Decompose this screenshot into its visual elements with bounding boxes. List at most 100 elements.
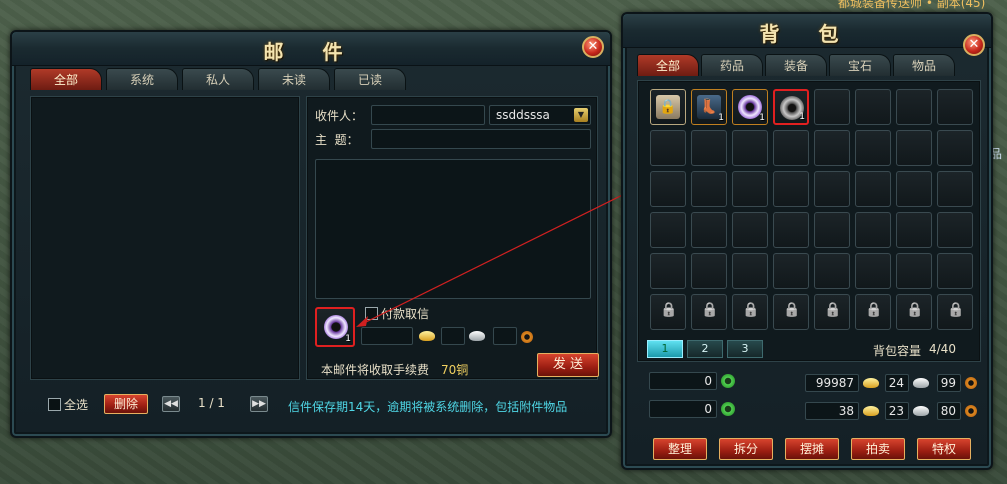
empty-bag-slot[interactable] (732, 130, 768, 166)
tab-system[interactable]: 系统 (106, 68, 178, 90)
locked-bag-slot[interactable] (650, 294, 686, 330)
empty-bag-slot[interactable] (814, 89, 850, 125)
locked-bag-slot[interactable] (773, 294, 809, 330)
empty-bag-slot[interactable] (855, 212, 891, 248)
mail-notice: 信件保存期14天，逾期将被系统删除，包括附件物品 (288, 400, 568, 414)
empty-bag-slot[interactable] (855, 253, 891, 289)
next-page-button[interactable]: ▶▶ (250, 396, 268, 412)
empty-bag-slot[interactable] (896, 89, 932, 125)
silver-ingot-icon (469, 331, 485, 341)
empty-bag-slot[interactable] (896, 130, 932, 166)
empty-bag-slot[interactable] (814, 253, 850, 289)
empty-bag-slot[interactable] (691, 171, 727, 207)
tab-bag-medicine[interactable]: 药品 (701, 54, 763, 76)
empty-bag-slot[interactable] (691, 212, 727, 248)
gold-ingot-icon (419, 331, 435, 341)
empty-bag-slot[interactable] (855, 171, 891, 207)
empty-bag-slot[interactable] (896, 253, 932, 289)
cod-silver-input[interactable] (441, 327, 465, 345)
empty-bag-slot[interactable] (814, 171, 850, 207)
split-button[interactable]: 拆分 (719, 438, 773, 460)
bag-grid-panel: 🔒 👢 1 1 1 (637, 80, 981, 362)
bound-currency-1-value: 0 (649, 372, 717, 390)
empty-bag-slot[interactable] (650, 130, 686, 166)
tab-bag-gems[interactable]: 宝石 (829, 54, 891, 76)
empty-bag-slot[interactable] (855, 130, 891, 166)
empty-bag-slot[interactable] (773, 253, 809, 289)
prev-page-button[interactable]: ◀◀ (162, 396, 180, 412)
recipient-input[interactable] (371, 105, 485, 125)
bound-copper-coin-icon (965, 405, 977, 417)
bag-capacity-label: 背包容量 (873, 344, 922, 358)
empty-bag-slot[interactable] (773, 171, 809, 207)
empty-bag-slot[interactable] (896, 171, 932, 207)
bag-title-bar[interactable]: 背 包 ✕ (623, 14, 991, 56)
mail-title: 邮 件 (263, 40, 359, 64)
sort-button[interactable]: 整理 (653, 438, 707, 460)
empty-bag-slot[interactable] (773, 212, 809, 248)
empty-bag-slot[interactable] (814, 130, 850, 166)
locked-bag-slot[interactable] (855, 294, 891, 330)
bag-page-1[interactable]: 1 (647, 340, 683, 358)
empty-bag-slot[interactable] (937, 171, 973, 207)
empty-bag-slot[interactable] (650, 171, 686, 207)
gold-value: 99987 (805, 374, 859, 392)
tab-bag-all[interactable]: 全部 (637, 54, 699, 76)
tab-all[interactable]: 全部 (30, 68, 102, 90)
chevron-down-icon[interactable]: ▼ (574, 108, 588, 122)
mail-title-bar[interactable]: 邮 件 ✕ (12, 32, 610, 66)
bag-page-2[interactable]: 2 (687, 340, 723, 358)
cod-gold-input[interactable] (361, 327, 413, 345)
bag-tabs: 全部 药品 装备 宝石 物品 (637, 54, 955, 76)
bag-close-button[interactable]: ✕ (963, 34, 985, 56)
bag-capacity-value: 4/40 (929, 342, 956, 356)
locked-bag-slot[interactable] (937, 294, 973, 330)
empty-bag-slot[interactable] (855, 89, 891, 125)
empty-bag-slot[interactable] (732, 212, 768, 248)
bound-silver-ingot-icon (913, 406, 929, 416)
recipient-select[interactable]: ssddsssa ▼ (489, 105, 591, 125)
delete-button[interactable]: 删除 (104, 394, 148, 414)
locked-bag-slot[interactable] (896, 294, 932, 330)
empty-bag-slot[interactable] (896, 212, 932, 248)
send-button[interactable]: 发 送 (537, 353, 599, 377)
empty-bag-slot[interactable] (732, 253, 768, 289)
empty-bag-slot[interactable] (937, 130, 973, 166)
locked-bag-slot[interactable] (691, 294, 727, 330)
mail-close-button[interactable]: ✕ (582, 36, 604, 58)
auction-button[interactable]: 拍卖 (851, 438, 905, 460)
bag-slot-chest[interactable]: 🔒 (650, 89, 686, 125)
bag-page-3[interactable]: 3 (727, 340, 763, 358)
empty-bag-slot[interactable] (814, 212, 850, 248)
empty-bag-slot[interactable] (937, 253, 973, 289)
subject-input[interactable] (371, 129, 591, 149)
cod-copper-input[interactable] (493, 327, 517, 345)
empty-bag-slot[interactable] (650, 212, 686, 248)
empty-bag-slot[interactable] (937, 212, 973, 248)
tab-read[interactable]: 已读 (334, 68, 406, 90)
empty-bag-slot[interactable] (937, 89, 973, 125)
tab-private[interactable]: 私人 (182, 68, 254, 90)
empty-bag-slot[interactable] (773, 130, 809, 166)
bag-slot-ring-eye[interactable]: 1 (732, 89, 768, 125)
compose-panel: 收件人： ssddsssa ▼ 主 题： 付款取信 1 本邮件将收取手续费 70… (306, 96, 599, 380)
privilege-button[interactable]: 特权 (917, 438, 971, 460)
item-count: 1 (718, 113, 724, 123)
bag-slot-boots[interactable]: 👢 1 (691, 89, 727, 125)
stall-button[interactable]: 摆摊 (785, 438, 839, 460)
attachment-slot[interactable]: 1 (315, 307, 355, 347)
empty-bag-slot[interactable] (732, 171, 768, 207)
tab-bag-equipment[interactable]: 装备 (765, 54, 827, 76)
tab-unread[interactable]: 未读 (258, 68, 330, 90)
locked-bag-slot[interactable] (814, 294, 850, 330)
empty-bag-slot[interactable] (650, 253, 686, 289)
cod-checkbox[interactable] (365, 307, 378, 320)
empty-bag-slot[interactable] (691, 130, 727, 166)
mail-body-textarea[interactable] (315, 159, 591, 299)
empty-bag-slot[interactable] (691, 253, 727, 289)
select-all-checkbox[interactable] (48, 398, 61, 411)
locked-bag-slot[interactable] (732, 294, 768, 330)
mail-list[interactable] (30, 96, 300, 380)
tab-bag-items[interactable]: 物品 (893, 54, 955, 76)
bag-slot-ring-eye-gray[interactable]: 1 (773, 89, 809, 125)
